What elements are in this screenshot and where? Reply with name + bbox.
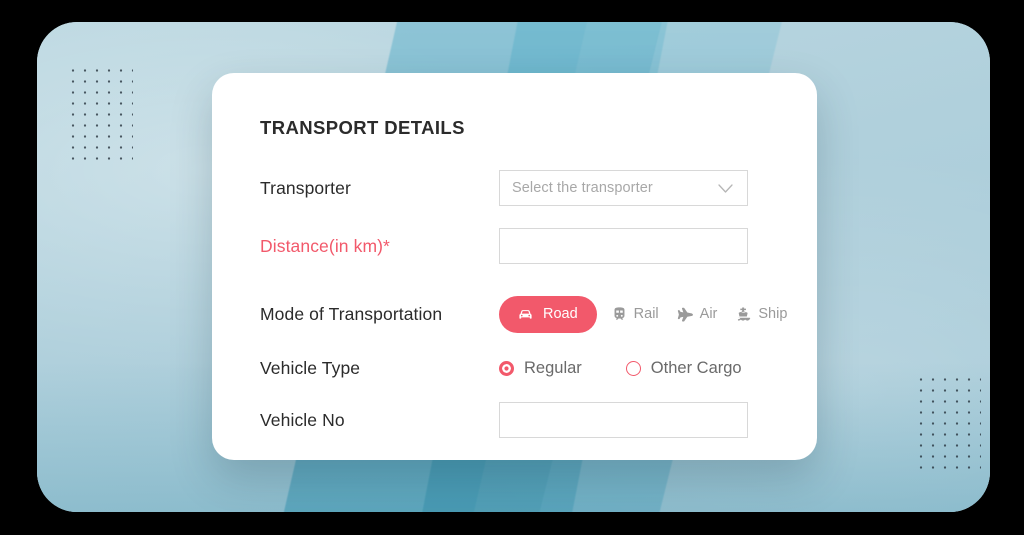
transporter-select[interactable]: Select the transporter [499,170,748,206]
vehicle-no-input[interactable] [499,402,748,438]
transporter-label: Transporter [260,177,351,198]
vehicle-type-option-other-cargo-label: Other Cargo [650,358,742,377]
page-title: TRANSPORT DETAILS [260,117,465,138]
chevron-down-icon [718,183,733,193]
distance-control [499,228,817,264]
dot-grid-top-left [67,65,133,165]
form-row-mode-of-transportation: Mode of Transportation Road Rail Air Shi… [260,289,817,339]
plane-icon [677,306,694,323]
vehicle-no-control [499,402,817,438]
vehicle-type-option-regular[interactable]: Regular [499,359,582,378]
mode-option-air-label: Air [699,306,718,322]
vehicle-type-label: Vehicle Type [260,357,361,378]
vehicle-no-label: Vehicle No [260,409,345,430]
mode-of-transportation-control: Road Rail Air Ship [499,295,817,333]
mode-option-road-label: Road [543,306,578,322]
mode-option-rail[interactable]: Rail [602,306,668,323]
ship-icon [735,306,752,323]
transport-details-form: Transporter Select the transporter Dista… [260,163,817,445]
vehicle-type-option-regular-label: Regular [524,358,582,377]
radio-unselected-icon [625,360,641,376]
vehicle-type-radio-group: Regular Other Cargo [499,359,817,378]
transport-details-card: TRANSPORT DETAILS Transporter Select the… [212,73,817,460]
mode-option-road[interactable]: Road [499,295,597,333]
vehicle-type-option-other-cargo[interactable]: Other Cargo [625,358,742,378]
mode-option-ship-label: Ship [758,306,788,322]
mode-option-group: Road Rail Air Ship [499,295,817,333]
form-row-vehicle-no: Vehicle No [260,395,817,445]
screenshot-canvas: TRANSPORT DETAILS Transporter Select the… [0,0,1024,535]
vehicle-type-control: Regular Other Cargo [499,359,817,378]
mode-of-transportation-label: Mode of Transportation [260,303,443,324]
train-icon [611,306,628,323]
form-row-transporter: Transporter Select the transporter [260,163,817,213]
transporter-control: Select the transporter [499,170,817,206]
mode-option-ship[interactable]: Ship [726,306,796,323]
form-row-vehicle-type: Vehicle Type Regular Other Cargo [260,343,817,393]
radio-selected-icon [499,360,514,376]
car-icon [516,305,535,324]
form-row-distance: Distance(in km)* [260,221,817,271]
transporter-select-placeholder: Select the transporter [512,180,653,196]
distance-input[interactable] [499,228,748,264]
mode-option-rail-label: Rail [633,306,659,322]
distance-label: Distance(in km)* [260,235,390,256]
mode-option-air[interactable]: Air [668,306,727,323]
dot-grid-bottom-right [915,374,981,474]
